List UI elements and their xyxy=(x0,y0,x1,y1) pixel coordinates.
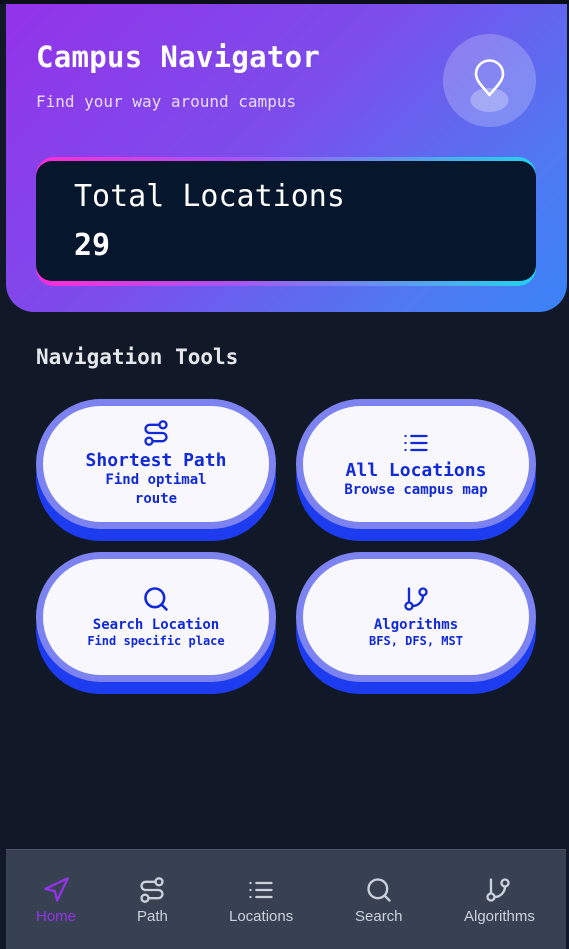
search-icon xyxy=(144,587,168,611)
all-locations-button[interactable]: All Locations Browse campus map xyxy=(296,399,536,541)
navigation-arrow-icon xyxy=(44,877,69,902)
tile-face: Search Location Find specific place xyxy=(43,559,269,675)
search-location-button[interactable]: Search Location Find specific place xyxy=(36,552,276,694)
route-icon xyxy=(140,877,164,903)
tile-face: All Locations Browse campus map xyxy=(303,406,529,522)
git-branch-icon xyxy=(404,587,428,611)
nav-label: Path xyxy=(137,908,168,925)
tile-subtitle: Browse campus map xyxy=(344,481,488,498)
app-title: Campus Navigator xyxy=(36,40,321,74)
map-pin-icon xyxy=(470,59,509,112)
header-badge xyxy=(443,34,536,127)
nav-item-search[interactable]: Search xyxy=(348,850,412,949)
section-title: Navigation Tools xyxy=(36,345,239,369)
algorithms-button[interactable]: Algorithms BFS, DFS, MST xyxy=(296,552,536,694)
tile-subtitle: Find optimal route xyxy=(105,472,207,507)
route-icon xyxy=(144,420,168,446)
tile-subtitle: Find specific place xyxy=(87,634,225,648)
app-subtitle: Find your way around campus xyxy=(36,92,297,111)
tile-face: Algorithms BFS, DFS, MST xyxy=(303,559,529,675)
tile-face: Shortest Path Find optimal route xyxy=(43,406,269,522)
nav-label: Home xyxy=(36,908,77,925)
nav-item-algorithms[interactable]: Algorithms xyxy=(458,850,544,949)
list-icon xyxy=(404,434,428,451)
stats-value: 29 xyxy=(74,228,111,263)
tile-title: All Locations xyxy=(345,459,487,481)
nav-item-home[interactable]: Home xyxy=(26,850,86,949)
app-screen: Campus Navigator Find your way around ca… xyxy=(0,0,569,949)
list-icon xyxy=(249,881,273,899)
shortest-path-button[interactable]: Shortest Path Find optimal route xyxy=(36,399,276,541)
git-branch-icon xyxy=(486,878,510,902)
nav-item-locations[interactable]: Locations xyxy=(226,850,296,949)
nav-label: Search xyxy=(355,908,403,925)
bottom-nav: Home Path Locations Search Algorithms xyxy=(6,849,566,949)
nav-label: Locations xyxy=(229,908,294,925)
tile-title: Search Location xyxy=(92,617,220,633)
tile-subtitle: BFS, DFS, MST xyxy=(369,634,463,648)
stats-label: Total Locations xyxy=(74,179,345,214)
stats-card-border: Total Locations 29 xyxy=(36,157,536,286)
hero-header: Campus Navigator Find your way around ca… xyxy=(6,4,567,312)
search-icon xyxy=(367,878,391,902)
nav-item-path[interactable]: Path xyxy=(122,850,182,949)
tile-title: Algorithms xyxy=(373,617,459,633)
nav-label: Algorithms xyxy=(464,908,535,925)
tile-title: Shortest Path xyxy=(85,450,227,471)
stats-card: Total Locations 29 xyxy=(36,161,536,281)
